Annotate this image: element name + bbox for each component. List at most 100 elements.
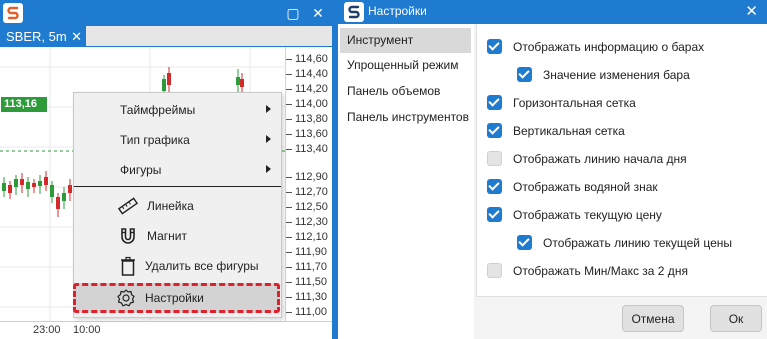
candle-body xyxy=(62,193,66,201)
app-logo-icon xyxy=(3,3,23,23)
price-label: 114,20 xyxy=(295,83,328,95)
close-button[interactable]: ✕ xyxy=(306,0,330,26)
candle-body xyxy=(26,182,30,189)
candle-body xyxy=(56,197,60,209)
price-label: 112,70 xyxy=(295,186,328,198)
checkbox-checked-icon[interactable] xyxy=(487,123,502,138)
checkbox-checked-icon[interactable] xyxy=(517,235,532,250)
price-label: 114,00 xyxy=(295,98,328,110)
candle-body xyxy=(240,79,244,87)
settings-dialog-titlebar: Настройки ✕ xyxy=(338,0,767,24)
price-tick xyxy=(286,134,292,135)
price-tick xyxy=(286,119,292,120)
menu-item-magnet[interactable]: Магнит xyxy=(74,221,281,251)
price-tick xyxy=(286,177,292,178)
price-tick xyxy=(286,59,292,60)
price-label: 111,50 xyxy=(295,276,328,288)
checkbox-checked-icon[interactable] xyxy=(517,67,532,82)
price-label: 114,60 xyxy=(295,53,328,65)
option-label: Отображать водяной знак xyxy=(513,180,658,194)
chevron-right-icon xyxy=(266,165,271,173)
candle-body xyxy=(20,179,24,185)
price-label: 111,90 xyxy=(295,246,328,258)
option-label: Отображать линию начала дня xyxy=(513,152,687,166)
price-tick xyxy=(286,89,292,90)
price-label: 111,70 xyxy=(295,261,328,273)
price-label: 111,00 xyxy=(295,306,328,318)
ok-button[interactable]: Ок xyxy=(710,305,762,332)
candle-body xyxy=(44,177,48,185)
time-label: 23:00 xyxy=(33,324,61,336)
gear-icon xyxy=(116,288,136,308)
maximize-button[interactable]: ▢ xyxy=(281,0,305,26)
cancel-button[interactable]: Отмена xyxy=(622,305,684,332)
option-label: Вертикальная сетка xyxy=(513,124,625,138)
menu-item-settings[interactable]: Настройки xyxy=(73,283,280,313)
nav-item-simple-mode[interactable]: Упрощенный режим xyxy=(340,53,471,78)
dialog-footer: Отмена Ок xyxy=(476,297,767,339)
tab-close-icon[interactable]: ✕ xyxy=(71,26,82,47)
option-label: Значение изменения бара xyxy=(543,68,690,82)
price-label: 112,50 xyxy=(295,201,328,213)
nav-item-toolbar[interactable]: Панель инструментов xyxy=(340,105,471,130)
price-label: 111,30 xyxy=(295,291,328,303)
option-label: Отображать Мин/Макс за 2 дня xyxy=(513,264,688,278)
candle-body xyxy=(32,183,36,187)
tab-sber-5m[interactable]: SBER, 5m ✕ xyxy=(0,26,86,47)
tab-label: SBER, 5m xyxy=(6,29,67,44)
menu-item-label: Магнит xyxy=(147,229,188,243)
price-label: 112,10 xyxy=(295,231,328,243)
price-label: 112,30 xyxy=(295,216,328,228)
menu-item-label: Линейка xyxy=(147,199,194,213)
dialog-title: Настройки xyxy=(368,4,427,18)
checkbox-unchecked-icon[interactable] xyxy=(487,151,502,166)
option-label: Отображать информацию о барах xyxy=(513,40,705,54)
price-tick xyxy=(286,297,292,298)
ruler-icon xyxy=(117,196,139,216)
menu-item-timeframes[interactable]: Таймфреймы xyxy=(74,95,281,125)
settings-options: Отображать информацию о барах Значение из… xyxy=(476,24,767,297)
nav-item-volume-panel[interactable]: Панель объемов xyxy=(340,79,471,104)
menu-item-label: Настройки xyxy=(145,291,204,305)
price-tick xyxy=(286,267,292,268)
price-label: 113,80 xyxy=(295,113,328,125)
settings-dialog: Настройки ✕ Инструмент Упрощенный режим … xyxy=(337,0,767,339)
chevron-right-icon xyxy=(266,135,271,143)
context-menu: Таймфреймы Тип графика Фигуры Линейка Ма… xyxy=(73,92,282,318)
menu-item-label: Удалить все фигуры xyxy=(145,259,259,273)
price-label: 114,40 xyxy=(295,68,328,80)
option-label: Отображать текущую цену xyxy=(513,208,662,222)
menu-item-label: Таймфреймы xyxy=(120,103,196,117)
price-tick xyxy=(286,312,292,313)
chevron-right-icon xyxy=(266,105,271,113)
menu-item-chart-type[interactable]: Тип графика xyxy=(74,125,281,155)
menu-item-ruler[interactable]: Линейка xyxy=(74,191,281,221)
checkbox-checked-icon[interactable] xyxy=(487,39,502,54)
candle-body xyxy=(167,73,171,85)
menu-item-delete-all-shapes[interactable]: Удалить все фигуры xyxy=(74,251,281,281)
nav-item-instrument[interactable]: Инструмент xyxy=(340,28,471,53)
option-label: Отображать линию текущей цены xyxy=(543,236,733,250)
checkbox-unchecked-icon[interactable] xyxy=(487,263,502,278)
candle-body xyxy=(38,181,42,186)
menu-item-shapes[interactable]: Фигуры xyxy=(74,155,281,185)
price-label: 113,40 xyxy=(295,143,328,155)
checkbox-checked-icon[interactable] xyxy=(487,179,502,194)
candle-body xyxy=(2,183,6,191)
checkbox-checked-icon[interactable] xyxy=(487,207,502,222)
trash-icon xyxy=(118,256,138,276)
price-tick xyxy=(286,104,292,105)
checkbox-checked-icon[interactable] xyxy=(487,95,502,110)
dialog-close-button[interactable]: ✕ xyxy=(745,1,758,23)
candle-body xyxy=(8,185,12,193)
price-tick xyxy=(286,74,292,75)
price-tick xyxy=(286,252,292,253)
candle-body xyxy=(162,79,166,91)
candle-body xyxy=(236,77,240,85)
price-tick xyxy=(286,282,292,283)
chart-window-titlebar: ▢ ✕ xyxy=(0,0,337,26)
price-label: 112,90 xyxy=(295,171,328,183)
price-tick xyxy=(286,192,292,193)
price-tick xyxy=(286,222,292,223)
price-tick xyxy=(286,237,292,238)
